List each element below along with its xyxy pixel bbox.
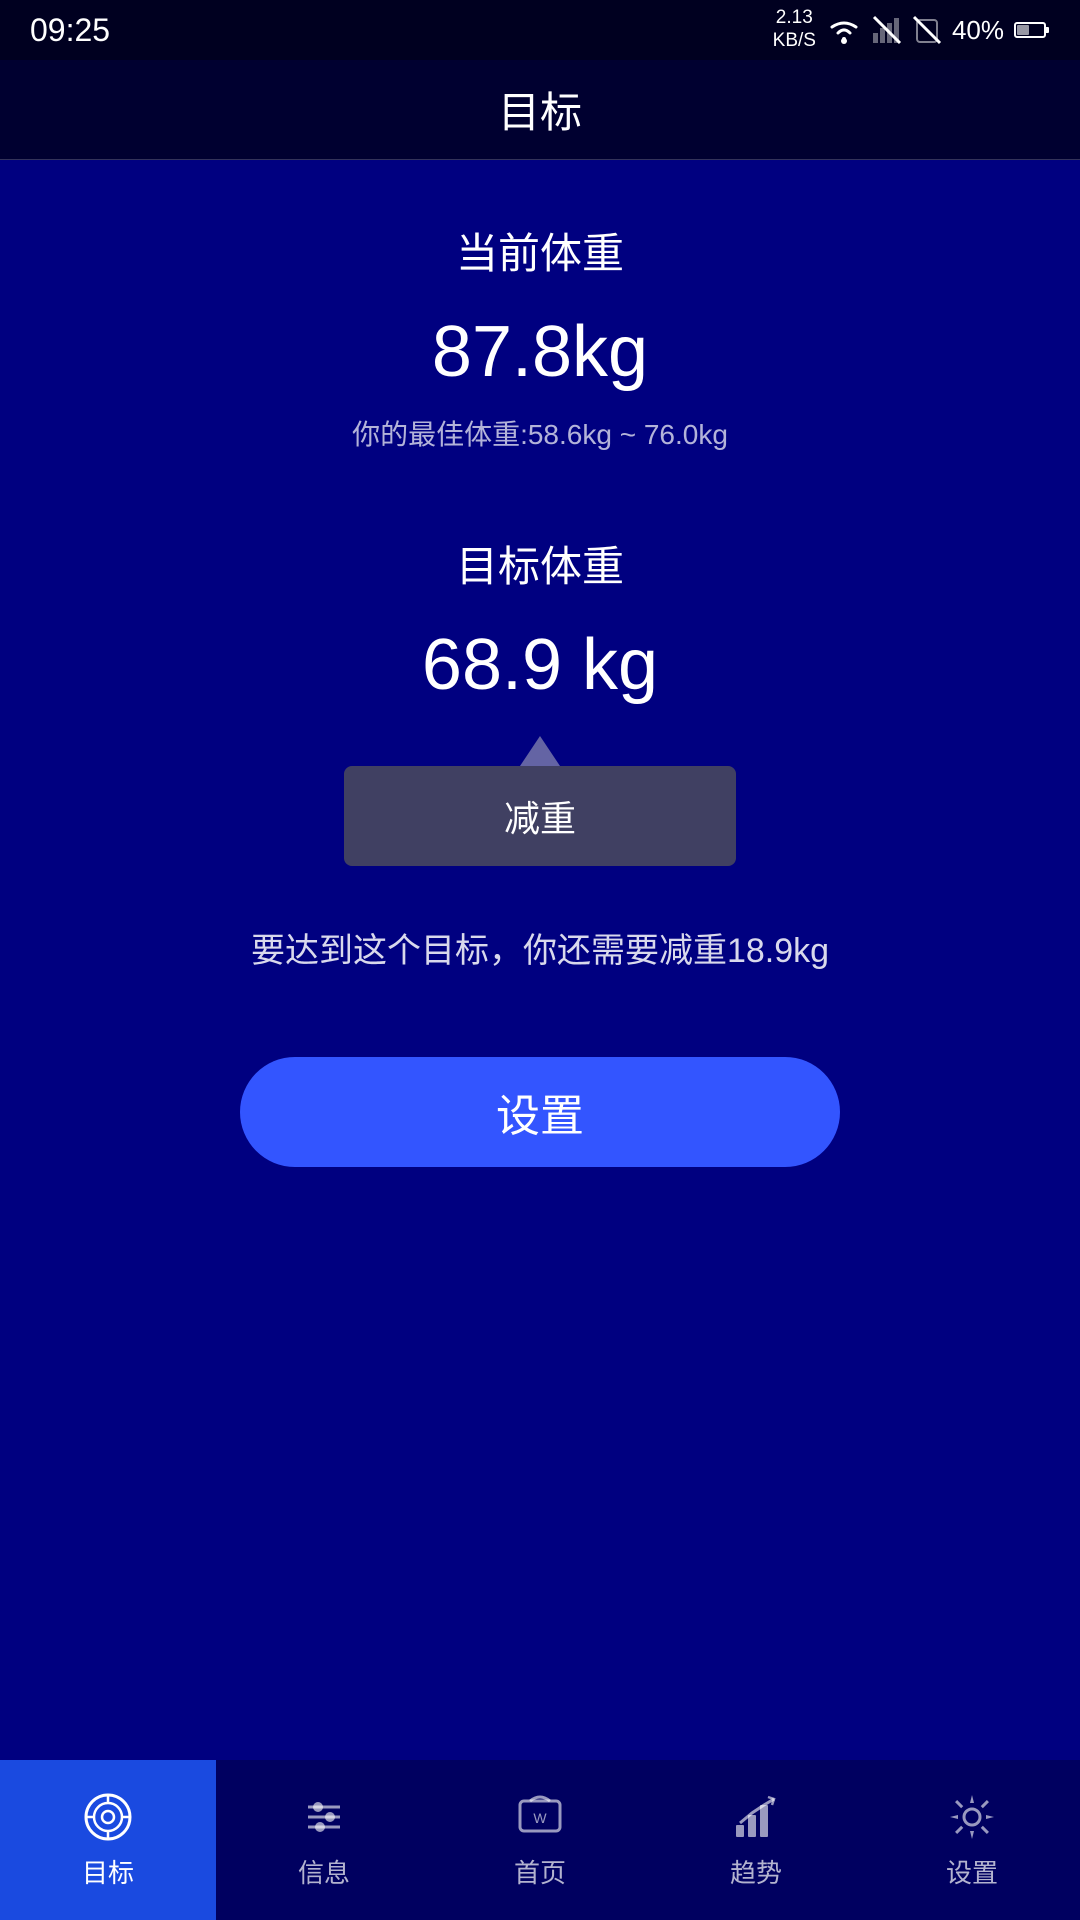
- nav-item-trend[interactable]: 趋势: [648, 1760, 864, 1920]
- current-weight-value: 87.8kg: [432, 311, 648, 393]
- status-time: 09:25: [30, 12, 110, 49]
- page-title: 目标: [498, 79, 582, 140]
- signal-icon: [872, 15, 902, 45]
- current-weight-section: 当前体重 87.8kg 你的最佳体重:58.6kg ~ 76.0kg: [60, 220, 1020, 533]
- nav-label-info: 信息: [298, 1853, 350, 1890]
- info-icon: [298, 1791, 350, 1843]
- battery-percent: 40%: [952, 15, 1004, 46]
- nav-item-settings[interactable]: 设置: [864, 1760, 1080, 1920]
- nav-label-trend: 趋势: [730, 1853, 782, 1890]
- current-weight-label: 当前体重: [456, 220, 624, 281]
- nav-label-home: 首页: [514, 1853, 566, 1890]
- goal-type-button[interactable]: 减重: [344, 766, 736, 866]
- home-icon: W: [514, 1791, 566, 1843]
- header: 目标: [0, 60, 1080, 160]
- network-speed: 2.13 KB/S: [773, 7, 816, 53]
- svg-text:W: W: [533, 1810, 547, 1826]
- optimal-weight-text: 你的最佳体重:58.6kg ~ 76.0kg: [352, 413, 728, 453]
- settings-icon: [946, 1791, 998, 1843]
- target-weight-value: 68.9 kg: [422, 624, 658, 706]
- target-weight-section: 目标体重 68.9 kg 减重 要达到这个目标，你还需要减重18.9kg 设置: [60, 533, 1020, 1167]
- nav-item-goal[interactable]: 目标: [0, 1760, 216, 1920]
- trend-icon: [730, 1791, 782, 1843]
- nav-item-info[interactable]: 信息: [216, 1760, 432, 1920]
- sim-icon: [912, 15, 942, 45]
- bottom-nav: 目标 信息 W 首页 趋势: [0, 1760, 1080, 1920]
- nav-label-goal: 目标: [82, 1853, 134, 1890]
- nav-item-home[interactable]: W 首页: [432, 1760, 648, 1920]
- arrow-indicator: [520, 736, 560, 766]
- target-weight-label: 目标体重: [456, 533, 624, 594]
- set-button[interactable]: 设置: [240, 1057, 840, 1167]
- nav-label-settings: 设置: [946, 1853, 998, 1890]
- battery-icon: [1014, 20, 1050, 40]
- wifi-icon: [826, 15, 862, 45]
- status-icons: 2.13 KB/S 40%: [773, 7, 1050, 53]
- status-bar: 09:25 2.13 KB/S 40%: [0, 0, 1080, 60]
- main-content: 当前体重 87.8kg 你的最佳体重:58.6kg ~ 76.0kg 目标体重 …: [0, 160, 1080, 1760]
- arrow-up-icon: [520, 736, 560, 766]
- goal-description: 要达到这个目标，你还需要减重18.9kg: [251, 926, 829, 977]
- goal-icon: [82, 1791, 134, 1843]
